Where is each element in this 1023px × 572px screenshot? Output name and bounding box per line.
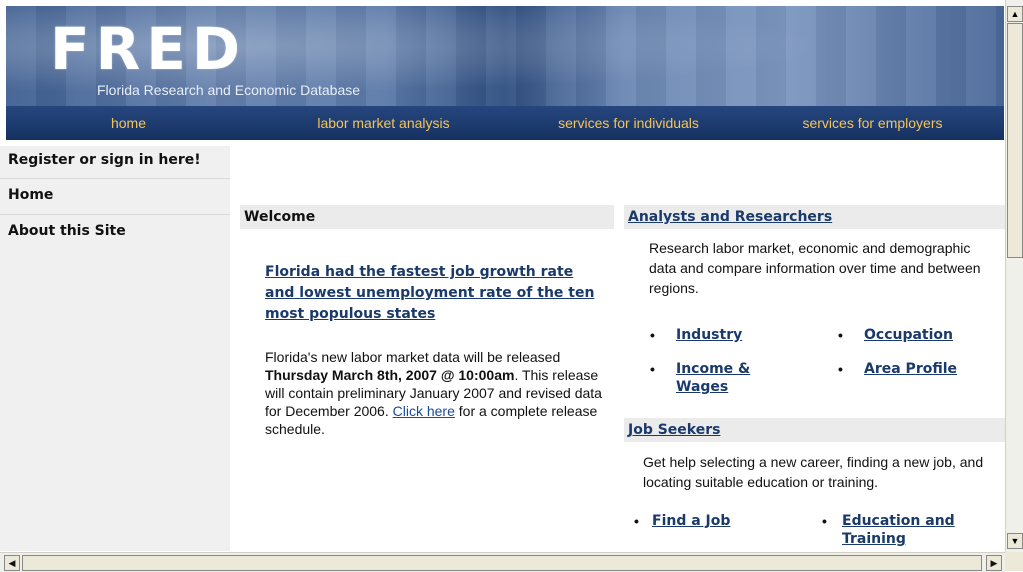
sidebar-item-about[interactable]: About this Site <box>0 215 230 250</box>
vertical-scroll-thumb[interactable] <box>1007 23 1023 258</box>
list-item: • Education and Training <box>822 512 992 552</box>
bullet-dot: • <box>822 513 827 529</box>
income-wages-line1: Income & <box>676 361 751 377</box>
income-wages-line2: Wages <box>676 379 729 395</box>
release-text-part1: Florida's new labor market data will be … <box>265 349 561 365</box>
analysts-heading-link[interactable]: Analysts and Researchers <box>628 209 832 225</box>
bullet-dot: • <box>838 361 843 377</box>
bullet-dot: • <box>650 327 655 343</box>
occupation-link[interactable]: Occupation <box>864 326 953 344</box>
education-line2: Training <box>842 531 906 547</box>
jobseekers-description: Get help selecting a new career, finding… <box>643 454 984 490</box>
scroll-left-icon[interactable]: ◀ <box>4 555 20 571</box>
list-item: • Income & Wages <box>650 360 790 400</box>
scroll-right-icon[interactable]: ▶ <box>986 555 1002 571</box>
main-nav: home labor market analysis services for … <box>6 106 1004 140</box>
income-wages-link[interactable]: Income & Wages <box>676 360 750 396</box>
bullet-dot: • <box>634 513 639 529</box>
horizontal-scroll-thumb[interactable] <box>22 555 982 571</box>
nav-labor-market-analysis[interactable]: labor market analysis <box>251 106 516 140</box>
bullet-dot: • <box>838 327 843 343</box>
browser-viewport: FRED Florida Research and Economic Datab… <box>0 0 1023 572</box>
jobseekers-heading-link[interactable]: Job Seekers <box>628 422 720 438</box>
site-banner: FRED Florida Research and Economic Datab… <box>6 6 1004 106</box>
sidebar: Register or sign in here! Home About thi… <box>0 146 230 551</box>
headline-link[interactable]: Florida had the fastest job growth rate … <box>265 262 605 325</box>
nav-home[interactable]: home <box>6 106 251 140</box>
analysts-description: Research labor market, economic and demo… <box>649 240 981 296</box>
scrollbar-corner <box>1005 552 1023 571</box>
release-text: Florida's new labor market data will be … <box>265 348 615 438</box>
click-here-link[interactable]: Click here <box>393 403 455 419</box>
fred-logo[interactable]: FRED <box>50 20 246 78</box>
education-line1: Education and <box>842 513 955 529</box>
scroll-up-icon[interactable]: ▲ <box>1007 6 1023 22</box>
industry-link[interactable]: Industry <box>676 326 742 344</box>
nav-services-individuals[interactable]: services for individuals <box>516 106 741 140</box>
bullet-dot: • <box>650 361 655 377</box>
horizontal-scrollbar[interactable]: ◀ ▶ <box>0 552 1005 572</box>
education-training-link[interactable]: Education and Training <box>842 512 955 548</box>
sidebar-item-register[interactable]: Register or sign in here! <box>0 146 230 179</box>
release-date: Thursday March 8th, 2007 @ 10:00am <box>265 367 515 383</box>
area-profile-link[interactable]: Area Profile <box>864 360 957 378</box>
sidebar-item-home[interactable]: Home <box>0 179 230 215</box>
welcome-heading: Welcome <box>240 205 614 229</box>
jobseekers-heading-bar: Job Seekers <box>624 418 1008 442</box>
nav-services-employers[interactable]: services for employers <box>741 106 1004 140</box>
analysts-heading-bar: Analysts and Researchers <box>624 205 1008 229</box>
find-job-link[interactable]: Find a Job <box>652 512 730 530</box>
vertical-scrollbar[interactable]: ▲ ▼ <box>1005 0 1023 552</box>
site-subtitle: Florida Research and Economic Database <box>97 82 361 98</box>
scroll-down-icon[interactable]: ▼ <box>1007 533 1023 549</box>
